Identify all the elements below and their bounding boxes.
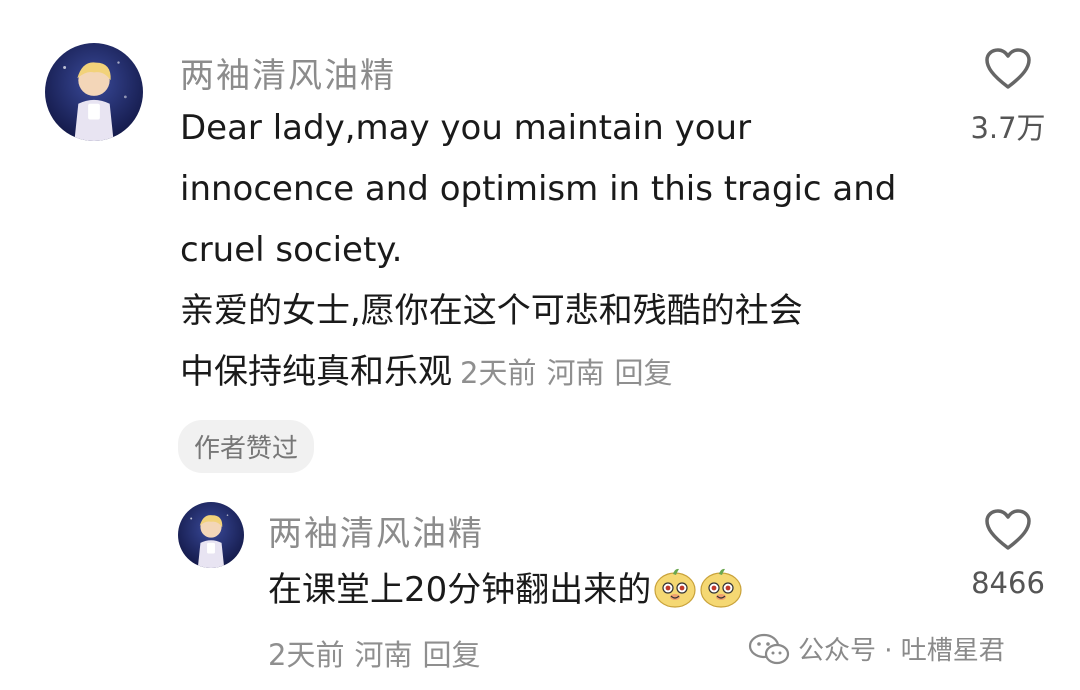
comment-line: 中保持纯真和乐观 xyxy=(180,352,452,392)
watermark: 公众号 · 吐槽星君 xyxy=(748,630,1005,667)
comment-username[interactable]: 两袖清风油精 xyxy=(180,48,396,97)
reply-body: 在课堂上20分钟翻出来的 xyxy=(268,560,743,621)
reply-username[interactable]: 两袖清风油精 xyxy=(268,506,484,555)
watermark-text: 公众号 · 吐槽星君 xyxy=(798,636,1005,666)
reply-like: 8466 xyxy=(960,508,1056,600)
reply-meta: 2天前 河南 回复 xyxy=(268,632,490,674)
reply-button[interactable]: 回复 xyxy=(422,638,480,672)
comment-like: 3.7万 xyxy=(960,47,1056,147)
comment-line-with-meta: 中保持纯真和乐观 2天前 河南 回复 xyxy=(180,342,896,404)
comment-time: 2天前 xyxy=(460,356,537,390)
cute-bean-emoji-icon xyxy=(653,565,697,609)
heart-icon[interactable] xyxy=(984,508,1032,552)
avatar[interactable] xyxy=(178,502,244,568)
avatar[interactable] xyxy=(45,43,143,141)
comment-meta: 2天前 河南 回复 xyxy=(460,356,682,390)
comment-thread: 两袖清风油精 Dear lady,may you maintain your i… xyxy=(0,0,1080,690)
author-liked-badge: 作者赞过 xyxy=(178,420,315,473)
comment-location: 河南 xyxy=(546,356,605,390)
comment-line: 亲爱的女士,愿你在这个可悲和残酷的社会 xyxy=(180,291,803,331)
like-count: 3.7万 xyxy=(970,111,1046,145)
reply-location: 河南 xyxy=(354,638,413,672)
wechat-icon xyxy=(748,633,790,664)
comment-body: Dear lady,may you maintain your innocenc… xyxy=(180,98,896,404)
comment-line: innocence and optimism in this tragic an… xyxy=(180,169,897,209)
comment-line: Dear lady,may you maintain your xyxy=(180,108,752,148)
heart-icon[interactable] xyxy=(984,47,1032,91)
like-count: 8466 xyxy=(971,566,1045,600)
reply-line: 在课堂上20分钟翻出来的 xyxy=(268,560,743,621)
reply-time: 2天前 xyxy=(268,638,345,672)
reply-button[interactable]: 回复 xyxy=(614,356,672,390)
reply-text: 在课堂上20分钟翻出来的 xyxy=(268,570,652,610)
comment-line: cruel society. xyxy=(180,230,403,270)
cute-bean-emoji-icon xyxy=(699,565,743,609)
